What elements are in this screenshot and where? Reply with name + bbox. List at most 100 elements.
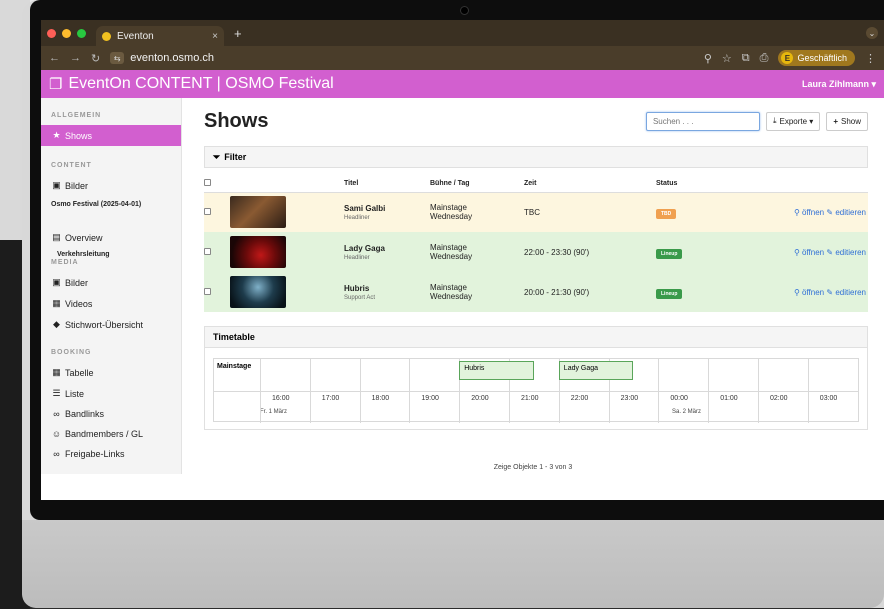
table-row[interactable]: Lady Gaga Headliner Mainstage Wednesday 22… xyxy=(204,232,868,272)
show-time: 22:00 - 23:30 (90') xyxy=(524,232,656,272)
list-icon: ☰ xyxy=(52,388,61,398)
timetable-block[interactable]: Lady Gaga xyxy=(558,361,634,380)
column-status[interactable]: Status xyxy=(656,176,726,193)
sidebar-section-content: CONTENT xyxy=(51,162,92,169)
timetable-hour-label: 18:00 xyxy=(371,395,390,402)
timetable-column xyxy=(260,359,261,423)
row-checkbox[interactable] xyxy=(204,247,211,255)
profile-button[interactable]: E Geschäftlich xyxy=(778,50,855,66)
sidebar-item-bilder-content[interactable]: ▣ Bilder xyxy=(41,175,181,196)
url-text: eventon.osmo.ch xyxy=(130,52,214,64)
close-window-icon[interactable] xyxy=(47,28,56,38)
open-link[interactable]: ⚲ öffnen xyxy=(794,288,824,297)
minimize-window-icon[interactable] xyxy=(62,28,71,38)
site-settings-icon[interactable]: ⇆ xyxy=(110,52,125,64)
app-title[interactable]: EventOn CONTENT | OSMO Festival xyxy=(68,75,333,93)
show-name: Lady Gaga xyxy=(344,243,385,253)
sidebar-section-allgemein: ALLGEMEIN xyxy=(51,112,102,119)
extensions-icon[interactable]: ⧉ xyxy=(742,52,750,65)
select-all-checkbox[interactable] xyxy=(204,179,211,187)
bookmark-star-icon[interactable]: ☆ xyxy=(722,52,732,65)
show-role: Headliner xyxy=(344,254,370,261)
open-label: öffnen xyxy=(802,207,825,217)
laptop-base xyxy=(22,520,884,608)
status-badge: Lineup xyxy=(656,248,683,259)
open-link[interactable]: ⚲ öffnen xyxy=(794,208,824,217)
row-checkbox[interactable] xyxy=(204,207,211,215)
export-button[interactable]: ⤓ Exporte ▾ xyxy=(765,111,821,131)
timetable-date-end: Sa. 2 März xyxy=(672,409,702,415)
table-row[interactable]: Sami Galbi Headliner Mainstage Wednesday T… xyxy=(204,192,868,232)
maximize-window-icon[interactable] xyxy=(77,28,86,38)
row-checkbox[interactable] xyxy=(204,287,211,295)
sidebar-section-media: MEDIA xyxy=(51,259,79,266)
show-thumbnail[interactable] xyxy=(230,196,286,229)
show-thumbnail[interactable] xyxy=(230,276,286,308)
add-show-label: Show xyxy=(840,116,861,126)
timetable-block[interactable]: Hubris xyxy=(459,361,534,380)
print-icon[interactable]: ⎙ xyxy=(760,52,769,65)
timetable-hour-label: 23:00 xyxy=(620,395,639,402)
timetable-hour-label: 02:00 xyxy=(770,395,788,402)
sidebar-item-verkehrsleitung[interactable]: Verkehrsleitung xyxy=(41,248,181,259)
address-bar[interactable]: ⇆ eventon.osmo.ch xyxy=(110,52,694,64)
sidebar-item-overview[interactable]: ▤ Overview xyxy=(41,227,181,248)
sidebar: ALLGEMEIN ★ Shows CONTENT ▣ Bilder Osmo … xyxy=(41,98,182,474)
close-tab-icon[interactable]: × xyxy=(212,31,218,42)
sidebar-item-bandlinks[interactable]: ∞ Bandlinks xyxy=(41,404,181,424)
open-link[interactable]: ⚲ öffnen xyxy=(794,248,824,257)
sidebar-item-bilder-media[interactable]: ▣ Bilder xyxy=(41,272,181,293)
shows-table: Titel Bühne / Tag Zeit Status Sami Galbi… xyxy=(204,176,868,312)
app-header: ❐ EventOn CONTENT | OSMO Festival Laura … xyxy=(41,70,884,98)
tab-title: Eventon xyxy=(117,30,154,42)
zoom-icon[interactable]: ⚲ xyxy=(704,52,712,65)
add-show-button[interactable]: + Show xyxy=(826,111,868,131)
table-row[interactable]: Hubris Support Act Mainstage Wednesday 20:… xyxy=(204,272,868,312)
sidebar-item-liste[interactable]: ☰ Liste xyxy=(41,383,181,404)
timetable-stage-label: Mainstage xyxy=(217,363,252,370)
search-input[interactable] xyxy=(645,111,760,131)
sidebar-item-freigabe[interactable]: ∞ Freigabe-Links xyxy=(41,444,181,464)
forward-icon[interactable]: → xyxy=(70,52,81,64)
sidebar-item-event[interactable]: Osmo Festival (2025-04-01) xyxy=(41,196,181,213)
show-stage: Mainstage xyxy=(430,243,467,252)
show-day: Wednesday xyxy=(430,252,473,261)
show-time: 20:00 - 21:30 (90') xyxy=(524,272,656,312)
back-icon[interactable]: ← xyxy=(49,52,60,64)
show-thumbnail[interactable] xyxy=(230,236,286,268)
sidebar-item-bandmembers[interactable]: ☺ Bandmembers / GL xyxy=(41,424,181,444)
edit-link[interactable]: ✎ editieren xyxy=(826,208,866,217)
sidebar-item-stichwort[interactable]: ◆ Stichwort-Übersicht xyxy=(41,314,181,335)
profile-label: Geschäftlich xyxy=(797,53,847,63)
plus-icon: + xyxy=(833,116,838,126)
status-badge: Lineup xyxy=(656,288,683,299)
show-stage: Mainstage xyxy=(430,283,467,292)
camera-icon xyxy=(460,6,469,15)
timetable-hour-label: 01:00 xyxy=(720,395,738,402)
favicon-icon xyxy=(102,31,111,41)
browser-tab[interactable]: Eventon × xyxy=(96,26,224,46)
column-time[interactable]: Zeit xyxy=(524,176,656,193)
sidebar-item-shows[interactable]: ★ Shows xyxy=(41,125,181,146)
sidebar-item-label: Shows xyxy=(65,130,93,141)
timetable-grid: Mainstage Fr. 1 März Sa. 2 März 16:00 17:… xyxy=(213,358,859,423)
overview-icon: ▤ xyxy=(52,232,61,242)
timetable-title: Timetable xyxy=(205,327,867,348)
timetable-hour-label: 03:00 xyxy=(819,395,838,402)
film-icon: ▦ xyxy=(52,298,61,308)
new-tab-icon[interactable]: + xyxy=(234,26,242,41)
column-title[interactable]: Titel xyxy=(344,176,430,193)
user-menu[interactable]: Laura Zihlmann ▾ xyxy=(802,79,876,90)
browser-menu-icon[interactable]: ⋮ xyxy=(865,52,876,65)
sidebar-item-label: Bilder xyxy=(65,180,89,191)
tab-menu-icon[interactable]: ⌄ xyxy=(866,27,878,39)
filter-bar[interactable]: ⏷ Filter xyxy=(204,146,868,168)
sidebar-item-tabelle[interactable]: ▦ Tabelle xyxy=(41,362,181,383)
column-stage-day[interactable]: Bühne / Tag xyxy=(430,176,524,193)
edit-link[interactable]: ✎ editieren xyxy=(826,248,866,257)
edit-link[interactable]: ✎ editieren xyxy=(826,288,866,297)
sidebar-item-videos[interactable]: ▦ Videos xyxy=(41,293,181,314)
reload-icon[interactable]: ↻ xyxy=(91,52,100,65)
table-header-row: Titel Bühne / Tag Zeit Status xyxy=(204,176,868,193)
timetable-column xyxy=(708,359,710,423)
